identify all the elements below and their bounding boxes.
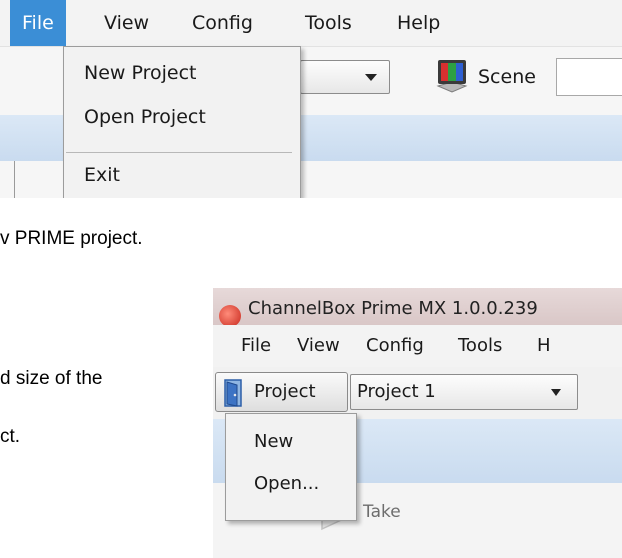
chevron-down-icon	[551, 389, 561, 396]
menu-item-open-project[interactable]: Open Project	[84, 102, 206, 132]
door-icon	[224, 379, 242, 407]
screenshot-file-menu: File View Config Tools Help Scene New Pr…	[0, 0, 622, 198]
chevron-down-icon	[365, 74, 377, 81]
menu-file[interactable]: File	[241, 325, 271, 367]
take-label: Take	[363, 502, 401, 522]
menu-help[interactable]: Help	[397, 0, 440, 46]
project-button[interactable]: Project	[215, 372, 348, 412]
project-select[interactable]: Project 1	[350, 374, 578, 410]
menu-file[interactable]: File	[10, 0, 66, 46]
menu-separator	[66, 152, 292, 153]
window-title-bar: ChannelBox Prime MX 1.0.0.239	[213, 288, 622, 327]
project-menu-dropdown: New Open...	[225, 413, 357, 521]
app-icon	[219, 305, 241, 327]
screenshot-project-menu: ChannelBox Prime MX 1.0.0.239 File View …	[213, 288, 622, 558]
toolbar-combo[interactable]	[300, 60, 390, 94]
menu-config[interactable]: Config	[366, 325, 424, 367]
window-title: ChannelBox Prime MX 1.0.0.239	[248, 298, 538, 319]
panel-divider	[14, 161, 15, 198]
menu-item-new-project[interactable]: New Project	[84, 58, 197, 88]
project-select-value: Project 1	[357, 381, 436, 402]
menu-tools[interactable]: Tools	[458, 325, 502, 367]
project-button-label: Project	[254, 381, 316, 402]
menu-view[interactable]: View	[104, 0, 149, 46]
menu-tools[interactable]: Tools	[305, 0, 352, 46]
doc-text-line: v PRIME project.	[0, 228, 143, 249]
menu-item-new[interactable]: New	[254, 428, 293, 456]
menu-help[interactable]: H	[537, 325, 551, 367]
monitor-icon[interactable]	[432, 56, 472, 96]
menu-item-open[interactable]: Open...	[254, 470, 319, 498]
doc-text-line: d size of the	[0, 368, 103, 389]
file-menu-dropdown: New Project Open Project Exit	[63, 46, 301, 198]
doc-text-line: ct.	[0, 426, 21, 447]
menu-config[interactable]: Config	[192, 0, 253, 46]
menu-view[interactable]: View	[297, 325, 340, 367]
scene-input[interactable]	[556, 58, 622, 96]
menu-item-exit[interactable]: Exit	[84, 160, 120, 190]
scene-label: Scene	[478, 66, 536, 88]
